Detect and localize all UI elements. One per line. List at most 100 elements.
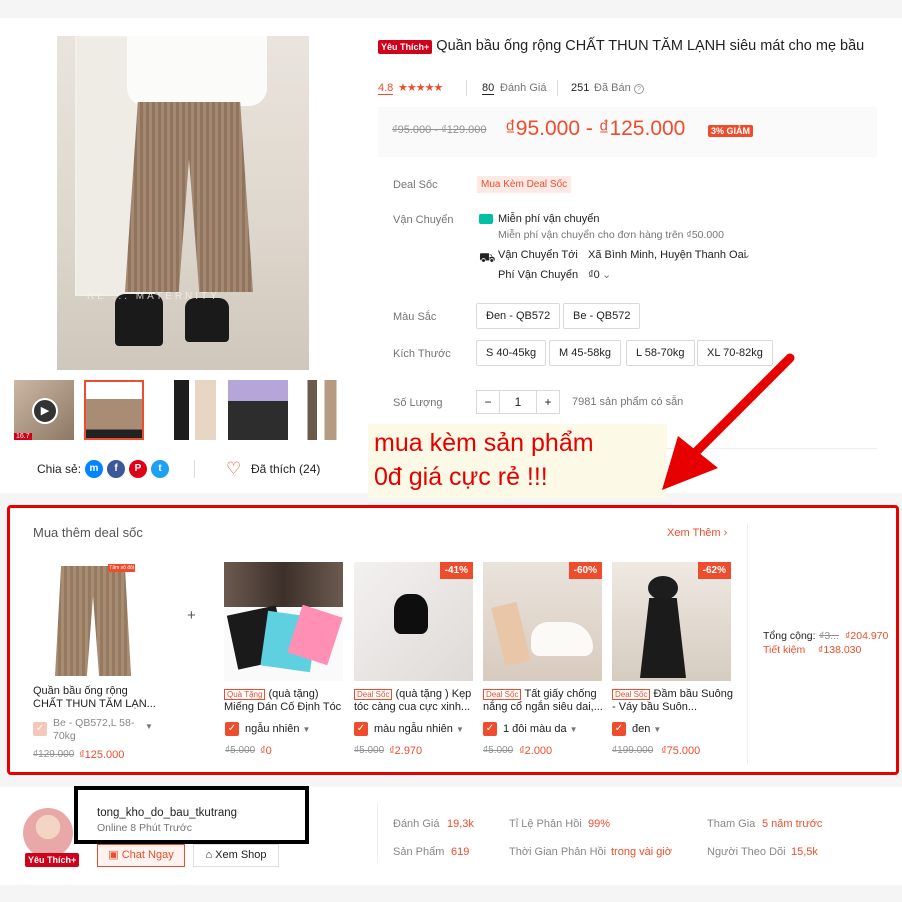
- deal-item-name[interactable]: Quà Tặng (quà tặng) Miếng Dán Cố Định Tóc: [224, 688, 348, 714]
- chat-now-button[interactable]: ▣ Chat Ngay: [97, 844, 185, 867]
- stat-value: 19,3k: [447, 818, 474, 830]
- total-old: ₫3...: [819, 630, 839, 642]
- deal-item-image[interactable]: -41%: [354, 562, 473, 681]
- caret-down-icon[interactable]: ▼: [145, 722, 153, 731]
- deal-item-image[interactable]: -60%: [483, 562, 602, 681]
- total-label: Tổng cộng:: [763, 630, 816, 642]
- stat-label: Sản Phẩm: [393, 846, 445, 858]
- deal-item-name[interactable]: Deal Sốc (quà tặng ) Kẹp tóc càng cua cực…: [354, 688, 478, 714]
- view-shop-label: Xem Shop: [215, 849, 267, 861]
- checkbox-icon: ✓: [33, 722, 47, 736]
- twitter-icon[interactable]: t: [151, 460, 169, 478]
- deal-item-image[interactable]: -62%: [612, 562, 731, 681]
- checkbox-icon[interactable]: ✓: [483, 722, 497, 736]
- view-shop-button[interactable]: ⌂ Xem Shop: [193, 844, 279, 867]
- see-more-link[interactable]: Xem Thêm ›: [667, 527, 727, 539]
- heart-icon[interactable]: ♡: [226, 460, 241, 478]
- deal-item-variant[interactable]: 1 đôi màu da ▼: [503, 723, 578, 735]
- quantity-plus-button[interactable]: +: [536, 390, 560, 414]
- title-text: Quần bầu ống rộng CHẤT THUN TĂM LẠNH siê…: [436, 38, 865, 54]
- checkbox-icon[interactable]: ✓: [612, 722, 626, 736]
- caret-down-icon: ▼: [302, 725, 311, 734]
- deal-section-title: Mua thêm deal sốc: [33, 525, 143, 540]
- facebook-icon[interactable]: f: [107, 460, 125, 478]
- pinterest-icon[interactable]: P: [129, 460, 147, 478]
- caret-down-icon: ▼: [455, 725, 464, 734]
- total-value: ₫204.970: [845, 630, 889, 642]
- ship-to-value[interactable]: Xã Bình Minh, Huyện Thanh Oai: [588, 249, 746, 261]
- deal-item-name[interactable]: Quần bầu ống rộng CHẤT THUN TĂM LẠN...: [33, 685, 157, 711]
- thumbnail-3[interactable]: [228, 380, 288, 440]
- chevron-down-icon[interactable]: ⌄: [602, 268, 611, 281]
- thumb-badge: 16.7: [14, 433, 32, 440]
- product-main-image[interactable]: RE ... MATERNITY: [57, 36, 309, 370]
- deal-item-name[interactable]: Deal Sốc Đầm bầu Suông - Váy bầu Suôn...: [612, 688, 734, 714]
- deal-tag: Deal Sốc: [612, 689, 651, 700]
- color-option-black[interactable]: Đen - QB572: [476, 303, 561, 329]
- thumbnail-video[interactable]: ▶ 16.7: [14, 380, 74, 440]
- color-option-beige[interactable]: Be - QB572: [563, 303, 641, 329]
- deal-item-variant[interactable]: ngẫu nhiên ▼: [245, 723, 310, 735]
- stat-value: 5 năm trước: [762, 818, 823, 830]
- thumbnail-1[interactable]: [84, 380, 144, 440]
- deal-item-price: ₫2.000: [519, 745, 553, 757]
- shop-avatar[interactable]: [23, 808, 73, 858]
- product-title: Yêu Thích+ Quần bầu ống rộng CHẤT THUN T…: [378, 37, 868, 57]
- thumbnail-4[interactable]: [298, 380, 346, 440]
- deal-item-variant[interactable]: đen ▼: [632, 723, 661, 735]
- reviews-count[interactable]: 80: [482, 82, 495, 95]
- deal-item-price: ₫0: [260, 745, 272, 757]
- help-icon[interactable]: ?: [634, 84, 644, 94]
- chat-label: Chat Ngay: [121, 849, 174, 861]
- thumbnail-2[interactable]: [156, 380, 216, 440]
- favorite-badge: Yêu Thích+: [378, 40, 433, 54]
- main-item-tag: Tâm sô đôi: [108, 564, 135, 572]
- ship-fee-value[interactable]: ₫0: [588, 269, 600, 281]
- size-option-s[interactable]: S 40-45kg: [476, 340, 547, 366]
- quantity-minus-button[interactable]: −: [476, 390, 500, 414]
- sold-count: 251: [571, 82, 590, 94]
- checkbox-icon[interactable]: ✓: [354, 722, 368, 736]
- deal-tag: Deal Sốc: [483, 689, 522, 700]
- reviews-label: Đánh Giá: [500, 82, 547, 94]
- play-icon: ▶: [32, 398, 58, 424]
- shop-favorite-badge: Yêu Thích+: [25, 853, 80, 867]
- divider: [747, 524, 748, 764]
- stat-value: 619: [451, 846, 470, 858]
- checkbox-icon[interactable]: ✓: [225, 722, 239, 736]
- color-label: Màu Sắc: [393, 311, 437, 323]
- free-ship-icon: [479, 214, 493, 224]
- quantity-input[interactable]: 1: [499, 390, 537, 414]
- variant-text: màu ngẫu nhiên: [374, 723, 453, 735]
- liked-count[interactable]: Đã thích (24): [251, 462, 320, 476]
- deal-item-variant[interactable]: màu ngẫu nhiên ▼: [374, 723, 464, 735]
- chevron-down-icon[interactable]: ⌄: [742, 248, 751, 261]
- stat-value: 15,5k: [791, 846, 818, 858]
- deal-tag[interactable]: Mua Kèm Deal Sốc: [477, 176, 572, 193]
- stat-label: Thời Gian Phản Hồi: [509, 846, 607, 858]
- stat-value: trong vài giờ: [611, 846, 673, 858]
- chat-icon: ▣: [108, 849, 119, 861]
- sold-label: Đã Bán: [594, 82, 631, 94]
- deal-label: Deal Sốc: [393, 179, 438, 191]
- rating-value[interactable]: 4.8: [378, 82, 394, 95]
- ship-fee-label: Phí Vận Chuyển: [498, 269, 579, 281]
- shop-icon: ⌂: [205, 849, 213, 861]
- stat-label: Tham Gia: [707, 818, 756, 830]
- deal-item-old-price: ₫5.000: [483, 745, 514, 756]
- deal-item-image[interactable]: [224, 562, 343, 681]
- deal-item-variant[interactable]: Be - QB572,L 58-70kg: [53, 717, 143, 743]
- shop-name[interactable]: tong_kho_do_bau_tkutrang: [97, 807, 237, 819]
- plus-icon: +: [187, 607, 196, 624]
- deal-item-image[interactable]: Tâm sô đôi: [47, 562, 139, 680]
- size-option-m[interactable]: M 45-58kg: [549, 340, 621, 366]
- deal-item-name[interactable]: Deal Sốc Tất giấy chống nắng cổ ngắn siêu…: [483, 688, 607, 714]
- shipping-label: Vận Chuyển: [393, 214, 454, 226]
- save-value: ₫138.030: [818, 644, 862, 656]
- save-label: Tiết kiệm: [763, 644, 806, 656]
- variant-text: ngẫu nhiên: [245, 723, 300, 735]
- see-more-label: Xem Thêm: [667, 527, 721, 539]
- stars-icon: ★★★★★: [398, 82, 443, 94]
- messenger-icon[interactable]: m: [85, 460, 103, 478]
- stat-label: Đánh Giá: [393, 818, 440, 830]
